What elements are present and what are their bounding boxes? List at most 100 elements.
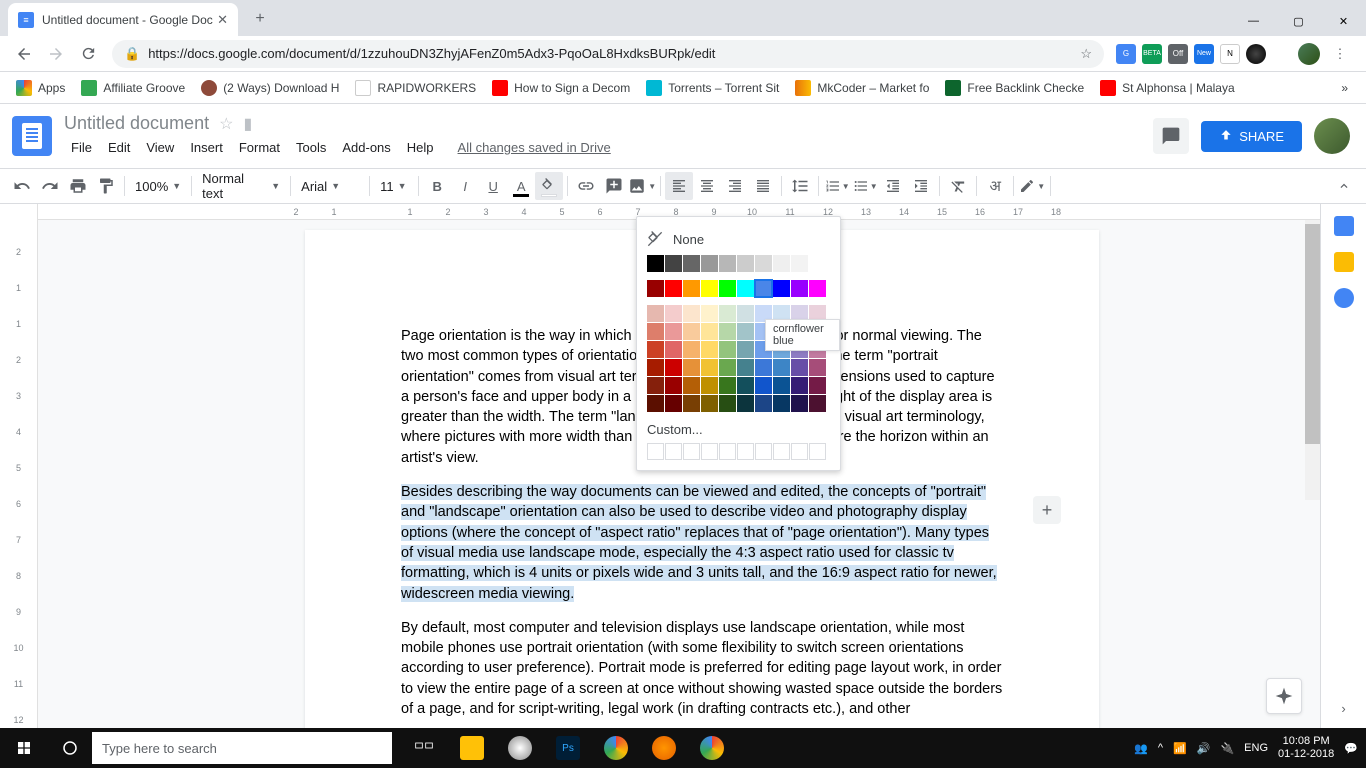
paint-format-button[interactable] [92, 172, 120, 200]
editing-mode-button[interactable]: ▼ [1018, 172, 1046, 200]
start-button[interactable] [0, 728, 48, 768]
docs-logo[interactable] [12, 116, 52, 156]
recent-color-swatch[interactable] [755, 443, 772, 460]
color-swatch[interactable] [647, 255, 664, 272]
color-swatch[interactable] [755, 359, 772, 376]
color-swatch[interactable] [683, 377, 700, 394]
insert-comment-button[interactable] [600, 172, 628, 200]
color-swatch[interactable] [647, 395, 664, 412]
action-center-icon[interactable]: 💬 [1344, 742, 1358, 755]
bookmark-item[interactable]: Affiliate Groove [73, 80, 193, 96]
line-spacing-button[interactable] [786, 172, 814, 200]
recent-color-swatch[interactable] [809, 443, 826, 460]
color-swatch[interactable] [701, 341, 718, 358]
align-center-button[interactable] [693, 172, 721, 200]
color-swatch[interactable] [791, 359, 808, 376]
color-swatch[interactable] [755, 280, 772, 297]
color-swatch[interactable] [719, 323, 736, 340]
font-size-select[interactable]: 11▼ [374, 174, 414, 198]
color-swatch[interactable] [755, 377, 772, 394]
color-swatch[interactable] [773, 377, 790, 394]
undo-button[interactable] [8, 172, 36, 200]
input-tools-button[interactable]: अ [981, 172, 1009, 200]
color-swatch[interactable] [719, 255, 736, 272]
color-swatch[interactable] [647, 341, 664, 358]
menu-help[interactable]: Help [400, 136, 441, 159]
color-swatch[interactable] [755, 255, 772, 272]
apps-button[interactable]: Apps [8, 80, 73, 96]
close-tab-icon[interactable]: ✕ [217, 12, 228, 28]
color-swatch[interactable] [701, 359, 718, 376]
insert-link-button[interactable] [572, 172, 600, 200]
recent-color-swatch[interactable] [773, 443, 790, 460]
bold-button[interactable]: B [423, 172, 451, 200]
save-status[interactable]: All changes saved in Drive [451, 136, 618, 159]
color-swatch[interactable] [647, 323, 664, 340]
keep-icon[interactable] [1334, 252, 1354, 272]
reload-button[interactable] [72, 40, 104, 68]
color-swatch[interactable] [701, 305, 718, 322]
color-swatch[interactable] [665, 359, 682, 376]
color-swatch[interactable] [737, 255, 754, 272]
color-swatch[interactable] [737, 305, 754, 322]
color-swatch[interactable] [683, 359, 700, 376]
text-color-button[interactable]: A [507, 172, 535, 200]
tray-chevron-icon[interactable]: ^ [1158, 742, 1163, 754]
color-swatch[interactable] [719, 280, 736, 297]
color-swatch[interactable] [809, 359, 826, 376]
color-swatch[interactable] [737, 395, 754, 412]
close-window-button[interactable]: ✕ [1321, 6, 1366, 36]
bookmark-item[interactable]: MkCoder – Market fo [787, 80, 937, 96]
extension-icon[interactable] [1246, 44, 1266, 64]
redo-button[interactable] [36, 172, 64, 200]
menu-tools[interactable]: Tools [289, 136, 333, 159]
extension-icon[interactable]: N [1220, 44, 1240, 64]
recent-color-swatch[interactable] [791, 443, 808, 460]
menu-insert[interactable]: Insert [183, 136, 230, 159]
language-indicator[interactable]: ENG [1244, 742, 1268, 754]
color-swatch[interactable] [647, 280, 664, 297]
file-explorer-app[interactable] [448, 728, 496, 768]
color-swatch[interactable] [665, 341, 682, 358]
tasks-icon[interactable] [1334, 288, 1354, 308]
collapse-toolbar-button[interactable] [1330, 172, 1358, 200]
color-swatch[interactable] [737, 323, 754, 340]
color-swatch[interactable] [665, 323, 682, 340]
bookmark-item[interactable]: St Alphonsa | Malaya [1092, 80, 1243, 96]
color-swatch[interactable] [773, 255, 790, 272]
highlight-color-button[interactable] [535, 172, 563, 200]
vertical-scrollbar[interactable] [1305, 220, 1320, 500]
color-swatch[interactable] [809, 395, 826, 412]
star-document-icon[interactable]: ☆ [219, 114, 233, 134]
bookmarks-overflow[interactable]: » [1331, 81, 1358, 95]
profile-avatar[interactable] [1298, 43, 1320, 65]
clear-formatting-button[interactable] [944, 172, 972, 200]
maximize-button[interactable]: ▢ [1276, 6, 1321, 36]
extension-icon[interactable]: BETA [1142, 44, 1162, 64]
comments-button[interactable] [1153, 118, 1189, 154]
align-left-button[interactable] [665, 172, 693, 200]
browser-menu-button[interactable]: ⋮ [1326, 46, 1354, 62]
color-swatch[interactable] [647, 305, 664, 322]
extension-icon[interactable] [1272, 44, 1292, 64]
color-swatch[interactable] [719, 305, 736, 322]
bookmark-item[interactable]: Free Backlink Checke [937, 80, 1092, 96]
color-swatch[interactable] [773, 359, 790, 376]
new-tab-button[interactable]: + [246, 5, 274, 33]
recent-color-swatch[interactable] [719, 443, 736, 460]
add-comment-bubble[interactable]: + [1033, 496, 1061, 524]
bookmark-item[interactable]: (2 Ways) Download H [193, 80, 347, 96]
color-swatch[interactable] [665, 377, 682, 394]
zoom-select[interactable]: 100%▼ [129, 174, 187, 198]
recent-color-swatch[interactable] [683, 443, 700, 460]
calendar-icon[interactable] [1334, 216, 1354, 236]
numbered-list-button[interactable]: ▼ [823, 172, 851, 200]
recent-color-swatch[interactable] [737, 443, 754, 460]
move-folder-icon[interactable]: ▮ [243, 114, 252, 134]
extension-icon[interactable]: Off [1168, 44, 1188, 64]
color-swatch[interactable] [683, 395, 700, 412]
photoshop-app[interactable]: Ps [544, 728, 592, 768]
back-button[interactable] [8, 40, 40, 68]
color-swatch[interactable] [665, 280, 682, 297]
taskbar-clock[interactable]: 10:08 PM 01-12-2018 [1278, 735, 1334, 761]
